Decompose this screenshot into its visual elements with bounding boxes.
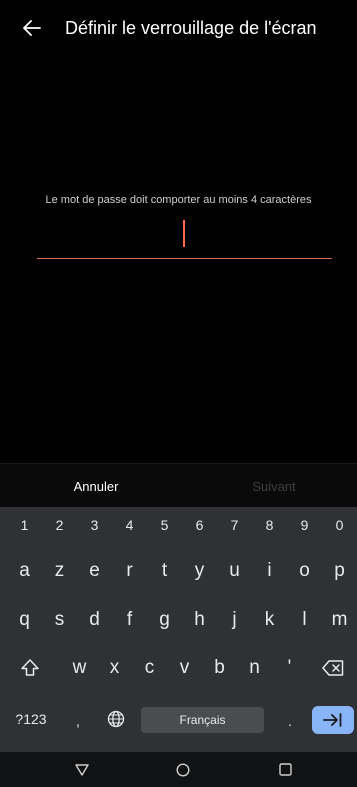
language-key[interactable] [98,699,134,739]
key-8[interactable]: 8 [252,507,287,543]
key-a[interactable]: a [7,553,42,589]
next-button[interactable]: Suivant [194,464,354,508]
shift-key[interactable] [11,650,49,686]
space-key[interactable]: Français [141,707,264,733]
key-u[interactable]: u [217,553,252,589]
key-b[interactable]: b [202,650,237,686]
arrow-back-icon [23,20,41,36]
triangle-back-icon [75,763,89,776]
key-q[interactable]: q [7,602,42,638]
key-i[interactable]: i [252,553,287,589]
nav-home-button[interactable] [153,752,213,787]
password-hint: Le mot de passe doit comporter au moins … [45,194,312,206]
key-m[interactable]: m [322,602,357,638]
key-d[interactable]: d [77,602,112,638]
globe-icon [107,710,125,728]
cancel-button[interactable]: Annuler [0,464,192,508]
key-7[interactable]: 7 [217,507,252,543]
key-h[interactable]: h [182,602,217,638]
system-nav-bar [0,752,357,787]
key-x[interactable]: x [97,650,132,686]
key-4[interactable]: 4 [112,507,147,543]
action-bar: Annuler Suivant [0,463,357,508]
key-5[interactable]: 5 [147,507,182,543]
key-1[interactable]: 1 [7,507,42,543]
key-z[interactable]: z [42,553,77,589]
key-s[interactable]: s [42,602,77,638]
key-w[interactable]: w [62,650,97,686]
shift-icon [21,659,39,676]
key-p[interactable]: p [322,553,357,589]
key-o[interactable]: o [287,553,322,589]
key-0[interactable]: 0 [322,507,357,543]
key-k[interactable]: k [252,602,287,638]
key-g[interactable]: g [147,602,182,638]
comma-key[interactable]: , [62,701,94,741]
circle-home-icon [176,762,190,777]
key-2[interactable]: 2 [42,507,77,543]
period-key[interactable]: . [273,701,307,741]
square-recents-icon [278,763,292,776]
key-c[interactable]: c [132,650,167,686]
next-field-icon [323,713,342,727]
key-n[interactable]: n [237,650,272,686]
top-app-bar: Définir le verrouillage de l'écran [0,0,357,56]
page-title: Définir le verrouillage de l'écran [65,17,317,38]
key-l[interactable]: l [287,602,322,638]
keyboard: 1 2 3 4 5 6 7 8 9 0 a z e r t y u i o p … [0,507,357,752]
password-field[interactable] [37,216,332,259]
key-v[interactable]: v [167,650,202,686]
enter-key[interactable] [312,706,354,734]
backspace-icon [322,660,344,676]
nav-recents-button[interactable] [255,752,315,787]
key-j[interactable]: j [217,602,252,638]
back-button[interactable] [8,4,56,52]
key-r[interactable]: r [112,553,147,589]
key-t[interactable]: t [147,553,182,589]
key-y[interactable]: y [182,553,217,589]
backspace-key[interactable] [313,650,353,686]
key-apostrophe[interactable]: ' [272,650,307,686]
key-3[interactable]: 3 [77,507,112,543]
text-cursor [183,220,185,247]
symbols-key[interactable]: ?123 [8,699,54,739]
key-6[interactable]: 6 [182,507,217,543]
key-f[interactable]: f [112,602,147,638]
key-9[interactable]: 9 [287,507,322,543]
key-e[interactable]: e [77,553,112,589]
nav-back-button[interactable] [52,752,112,787]
